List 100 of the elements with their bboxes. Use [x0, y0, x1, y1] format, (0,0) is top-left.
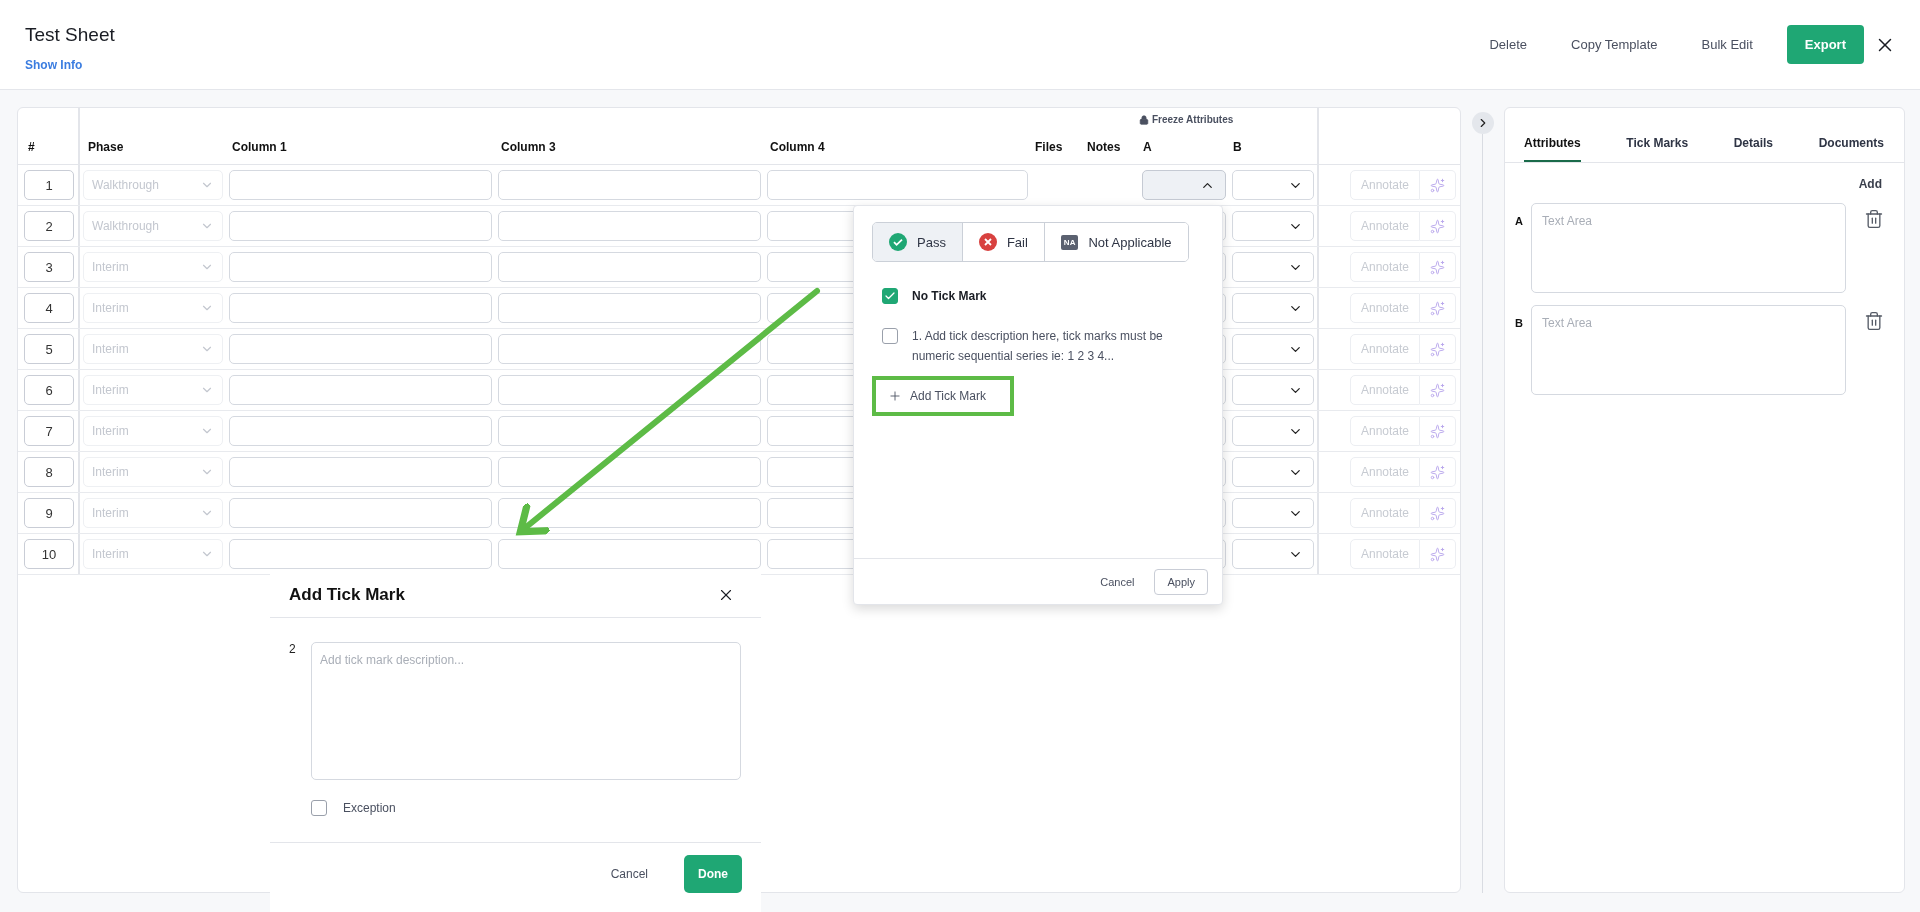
annotate-button[interactable]: Annotate: [1350, 334, 1420, 364]
annotate-button[interactable]: Annotate: [1350, 457, 1420, 487]
lock-icon: [1139, 114, 1149, 125]
sparkle-button[interactable]: [1420, 498, 1456, 528]
freeze-attributes-toggle[interactable]: Freeze Attributes: [1139, 114, 1234, 125]
annotate-button[interactable]: Annotate: [1350, 375, 1420, 405]
row-number: 10: [24, 539, 74, 569]
checkbox[interactable]: [882, 288, 898, 304]
sparkle-icon: [1430, 259, 1445, 275]
phase-dropdown[interactable]: Interim: [83, 416, 223, 446]
annotate-button[interactable]: Annotate: [1350, 539, 1420, 569]
input-field[interactable]: [229, 170, 492, 200]
sparkle-button[interactable]: [1420, 211, 1456, 241]
panel-tab[interactable]: Details: [1733, 136, 1774, 162]
expand-panel-button[interactable]: [1471, 112, 1494, 134]
sparkle-button[interactable]: [1420, 457, 1456, 487]
sparkle-button[interactable]: [1420, 252, 1456, 282]
cancel-button[interactable]: Cancel: [604, 865, 654, 882]
attribute-dropdown[interactable]: [1142, 170, 1226, 200]
panel-tab[interactable]: Tick Marks: [1626, 136, 1689, 162]
column-header: B: [1233, 140, 1242, 154]
input-field[interactable]: [498, 211, 761, 241]
checkbox[interactable]: [882, 328, 898, 344]
phase-dropdown[interactable]: Walkthrough: [83, 170, 223, 200]
apply-button[interactable]: Apply: [1154, 568, 1208, 595]
sparkle-button[interactable]: [1420, 375, 1456, 405]
sparkle-button[interactable]: [1420, 416, 1456, 446]
description-field[interactable]: Add tick mark description...: [311, 642, 741, 780]
export-button[interactable]: Export: [1786, 25, 1864, 64]
input-field[interactable]: [229, 293, 492, 323]
exception-label: Exception: [343, 801, 396, 815]
show-info-link[interactable]: Show Info: [25, 57, 115, 72]
attribute-dropdown[interactable]: [1232, 375, 1314, 405]
input-field[interactable]: [498, 252, 761, 282]
attribute-label: A: [1515, 214, 1523, 227]
annotate-button[interactable]: Annotate: [1350, 170, 1420, 200]
phase-dropdown[interactable]: Interim: [83, 498, 223, 528]
sparkle-button[interactable]: [1420, 293, 1456, 323]
input-field[interactable]: [498, 457, 761, 487]
attribute-dropdown[interactable]: [1232, 498, 1314, 528]
input-field[interactable]: [498, 293, 761, 323]
annotate-button[interactable]: Annotate: [1350, 498, 1420, 528]
page-title: Test Sheet: [25, 23, 115, 46]
sparkle-icon: [1430, 505, 1445, 521]
input-field[interactable]: [229, 498, 492, 528]
input-field[interactable]: [229, 252, 492, 282]
input-field[interactable]: [229, 457, 492, 487]
text-area[interactable]: Text Area: [1530, 203, 1846, 293]
input-field[interactable]: [498, 539, 761, 569]
input-field[interactable]: [498, 170, 761, 200]
attribute-dropdown[interactable]: [1232, 457, 1314, 487]
input-field[interactable]: [767, 170, 1028, 200]
input-field[interactable]: [498, 375, 761, 405]
attribute-dropdown[interactable]: [1232, 334, 1314, 364]
attribute-dropdown[interactable]: [1232, 539, 1314, 569]
input-field[interactable]: [229, 375, 492, 405]
attribute-dropdown[interactable]: [1232, 416, 1314, 446]
phase-dropdown[interactable]: Interim: [83, 252, 223, 282]
sparkle-button[interactable]: [1420, 170, 1456, 200]
sparkle-button[interactable]: [1420, 334, 1456, 364]
input-field[interactable]: [229, 416, 492, 446]
attribute-dropdown[interactable]: [1232, 293, 1314, 323]
input-field[interactable]: [498, 498, 761, 528]
input-field[interactable]: [229, 539, 492, 569]
sparkle-button[interactable]: [1420, 539, 1456, 569]
phase-dropdown[interactable]: Interim: [83, 375, 223, 405]
annotate-button[interactable]: Annotate: [1350, 416, 1420, 446]
add-tick-mark-button[interactable]: Add Tick Mark: [872, 376, 1014, 416]
annotate-button[interactable]: Annotate: [1350, 211, 1420, 241]
add-link[interactable]: Add: [1856, 177, 1884, 191]
input-field[interactable]: [229, 211, 492, 241]
input-field[interactable]: [229, 334, 492, 364]
phase-dropdown[interactable]: Interim: [83, 457, 223, 487]
annotate-button[interactable]: Annotate: [1350, 293, 1420, 323]
header-action-button[interactable]: Delete: [1471, 29, 1546, 60]
header-action-button[interactable]: Copy Template: [1553, 29, 1676, 60]
phase-dropdown[interactable]: Interim: [83, 293, 223, 323]
attribute-dropdown[interactable]: [1232, 170, 1314, 200]
phase-dropdown[interactable]: Walkthrough: [83, 211, 223, 241]
done-button[interactable]: Done: [684, 854, 742, 893]
trash-icon: [1864, 311, 1884, 331]
checkbox[interactable]: [311, 800, 327, 816]
cancel-button[interactable]: Cancel: [1094, 574, 1141, 589]
panel-tab[interactable]: Attributes: [1524, 136, 1581, 162]
sparkle-icon: [1430, 464, 1445, 480]
input-field[interactable]: [498, 416, 761, 446]
attribute-dropdown[interactable]: [1232, 211, 1314, 241]
annotate-button[interactable]: Annotate: [1350, 252, 1420, 282]
result-option[interactable]: Pass: [873, 223, 962, 261]
phase-dropdown[interactable]: Interim: [83, 334, 223, 364]
sparkle-icon: [1430, 300, 1445, 316]
input-field[interactable]: [498, 334, 761, 364]
panel-tab[interactable]: Documents: [1818, 136, 1884, 162]
phase-dropdown[interactable]: Interim: [83, 539, 223, 569]
attribute-dropdown[interactable]: [1232, 252, 1314, 282]
row-number: 8: [24, 457, 74, 487]
result-option[interactable]: NA Not Applicable: [1043, 223, 1188, 261]
column-header: Files: [1035, 140, 1063, 154]
header-action-button[interactable]: Bulk Edit: [1683, 29, 1771, 60]
text-area[interactable]: Text Area: [1530, 305, 1846, 395]
